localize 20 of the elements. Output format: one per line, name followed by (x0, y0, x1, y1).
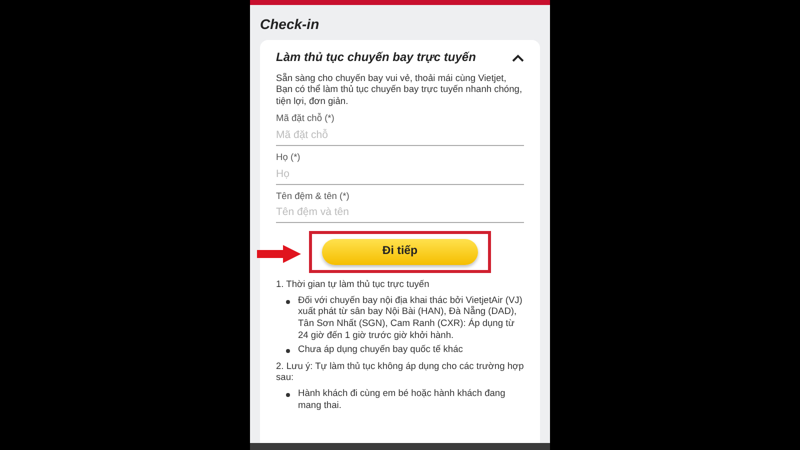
arrow-icon (256, 244, 302, 264)
note-item: Đối với chuyến bay nội địa khai thác bởi VietjetAir (VJ) xuất phát từ sân bay Nội Bài (HAN), Đà Nẵng (DAD), Tân Sơn Nhất (SGN), Cam Ranh (CXR): Áp dụng từ 24 giờ đến 1 giờ trước giờ khởi hành. (298, 294, 524, 342)
page-title: Check-in (259, 15, 320, 33)
input-field[interactable]: Tên đệm và tên (276, 202, 524, 224)
note-heading: 1. Thời gian tự làm thủ tục trực tuyến (276, 279, 430, 291)
bullet-icon (286, 300, 290, 304)
caret-icon[interactable] (512, 54, 524, 62)
section-title: Làm thủ tục chuyến bay trực tuyến (276, 52, 476, 64)
bullet-icon (286, 349, 290, 354)
field-label: Mã đặt chỗ (*) (276, 113, 336, 125)
field-label: Tên đệm & tên (*) (276, 190, 350, 202)
description: Sẵn sàng cho chuyến bay vui vẻ, thoải mái cùng Vietjet, Bạn có thể làm thủ tục chuyến bay trực tuyến nhanh chóng, tiện lợi, đơn giản. (276, 72, 524, 108)
continue-button[interactable]: Đi tiếp (322, 239, 478, 266)
input-field[interactable]: Họ (276, 164, 524, 185)
input-field[interactable]: Mã đặt chỗ (276, 124, 524, 146)
note-item: Hành khách đi cùng em bé hoặc hành khách đang mang thai. (298, 388, 506, 412)
field-label: Họ (*) (276, 152, 302, 164)
note-item: Chưa áp dụng chuyến bay quốc tế khác (298, 344, 463, 356)
note-heading: 2. Lưu ý: Tự làm thủ tục không áp dụng cho các trường hợp sau: (276, 360, 524, 384)
bullet-icon (286, 392, 290, 397)
